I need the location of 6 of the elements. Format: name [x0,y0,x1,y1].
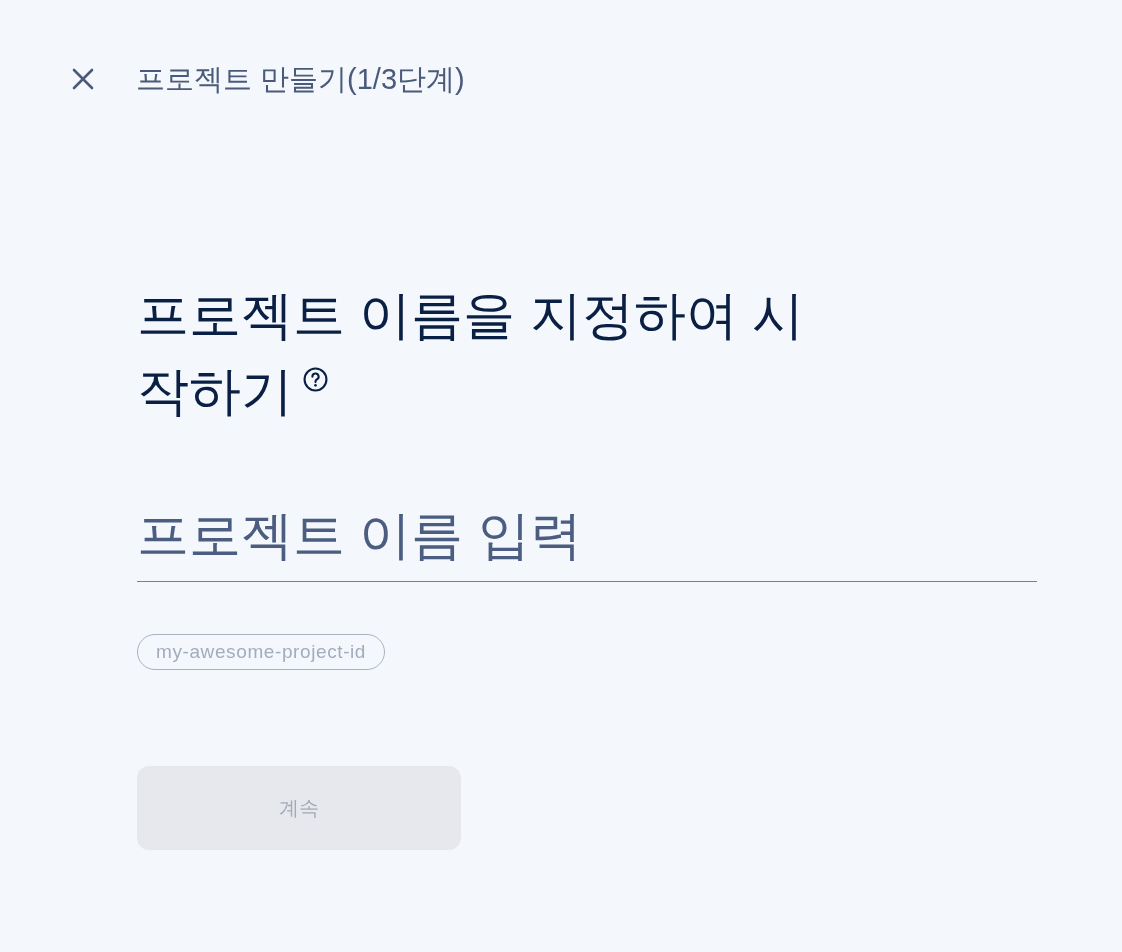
page-title: 프로젝트 만들기(1/3단계) [136,62,465,96]
page-heading: 프로젝트 이름을 지정하여 시 [137,285,805,346]
page-heading: 작하기 [137,361,293,422]
help-icon[interactable] [303,367,328,392]
project-name-field[interactable]: 프로젝트 이름 입력 [137,494,1037,582]
close-icon [72,68,94,90]
